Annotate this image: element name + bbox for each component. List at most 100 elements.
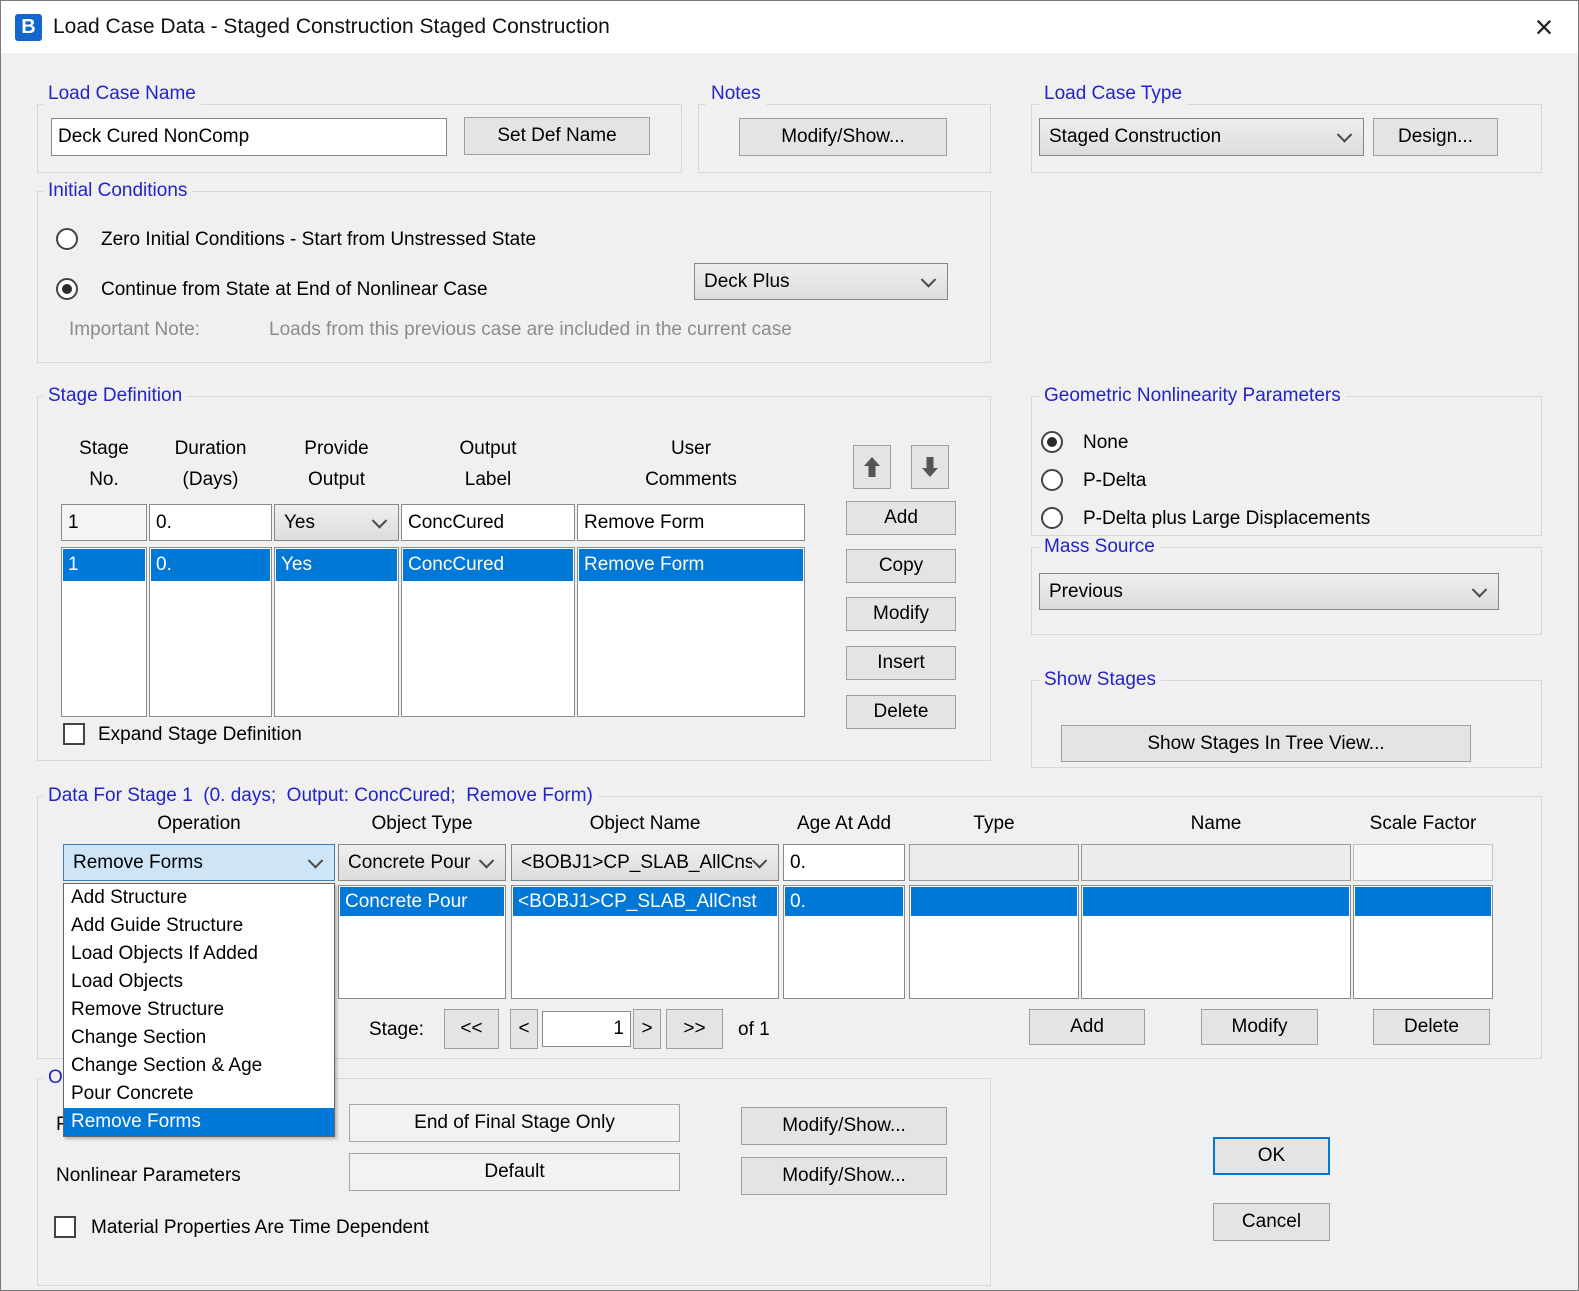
operation-option-pour-concrete[interactable]: Pour Concrete <box>64 1080 334 1108</box>
col-header-stage-2: No. <box>61 469 147 491</box>
geom-pdelta-label: P-Delta <box>1083 470 1146 492</box>
data-row-age-at-add[interactable]: 0. <box>785 887 903 916</box>
data-list-col-age-at-add[interactable]: 0. <box>783 885 905 999</box>
stage-last-button[interactable]: >> <box>666 1009 723 1049</box>
operation-option-add-guide-structure[interactable]: Add Guide Structure <box>64 912 334 940</box>
geom-none-radio[interactable] <box>1041 431 1063 453</box>
stage-list-col-stage[interactable]: 1 <box>61 547 147 717</box>
arrow-up-icon <box>863 456 881 478</box>
load-case-type-select[interactable]: Staged Construction <box>1039 118 1364 156</box>
operation-option-change-section-age[interactable]: Change Section & Age <box>64 1052 334 1080</box>
object-type-select[interactable]: Concrete Pour <box>338 844 506 881</box>
col-header-user-2: Comments <box>577 469 805 491</box>
data-modify-button[interactable]: Modify <box>1201 1009 1318 1045</box>
load-case-name-group-label: Load Case Name <box>43 83 201 105</box>
data-list-col-name[interactable] <box>1081 885 1351 999</box>
operation-option-load-objects-if-added[interactable]: Load Objects If Added <box>64 940 334 968</box>
col-header-duration-2: (Days) <box>149 469 272 491</box>
set-def-name-button[interactable]: Set Def Name <box>464 117 650 155</box>
col-header-age-at-add: Age At Add <box>783 813 905 835</box>
results-saved-modify-show-button[interactable]: Modify/Show... <box>741 1107 947 1145</box>
col-header-object-name: Object Name <box>511 813 779 835</box>
material-time-dependent-checkbox[interactable] <box>54 1216 76 1238</box>
col-header-type: Type <box>909 813 1079 835</box>
age-at-add-input[interactable] <box>783 844 905 881</box>
stage-definition-group-label: Stage Definition <box>43 385 187 407</box>
stage-delete-button[interactable]: Delete <box>846 695 956 729</box>
output-label-input[interactable] <box>401 504 575 541</box>
stage-add-button[interactable]: Add <box>846 501 956 535</box>
col-header-name: Name <box>1081 813 1351 835</box>
expand-stage-definition-checkbox[interactable] <box>63 723 85 745</box>
operation-option-load-objects[interactable]: Load Objects <box>64 968 334 996</box>
geom-pdelta-radio[interactable] <box>1041 469 1063 491</box>
object-name-select[interactable]: <BOBJ1>CP_SLAB_AllCnst <box>511 844 779 881</box>
nonlinear-case-value: Deck Plus <box>704 271 947 293</box>
geom-pdelta-large-label: P-Delta plus Large Displacements <box>1083 508 1370 530</box>
operation-option-remove-forms[interactable]: Remove Forms <box>64 1108 334 1136</box>
stage-copy-button[interactable]: Copy <box>846 549 956 583</box>
stage-modify-button[interactable]: Modify <box>846 597 956 631</box>
data-list-col-object-name[interactable]: <BOBJ1>CP_SLAB_AllCnst <box>511 885 779 999</box>
data-row-type[interactable] <box>911 887 1077 916</box>
provide-output-select[interactable]: Yes <box>274 504 399 541</box>
data-list-col-object-type[interactable]: Concrete Pour <box>338 885 506 999</box>
stage-insert-button[interactable]: Insert <box>846 646 956 680</box>
move-up-button[interactable] <box>853 445 891 489</box>
operation-option-add-structure[interactable]: Add Structure <box>64 884 334 912</box>
stage-list-col-user[interactable]: Remove Form <box>577 547 805 717</box>
stage-next-button[interactable]: > <box>633 1009 661 1049</box>
stage-row-output-label[interactable]: ConcCured <box>403 549 573 581</box>
arrow-down-icon <box>921 456 939 478</box>
chevron-down-icon <box>752 853 768 869</box>
operation-option-remove-structure[interactable]: Remove Structure <box>64 996 334 1024</box>
operation-dropdown-list: Add Structure Add Guide Structure Load O… <box>63 883 335 1137</box>
cancel-button[interactable]: Cancel <box>1213 1203 1330 1241</box>
data-row-scale-factor[interactable] <box>1355 887 1491 916</box>
stage-row-stage-no[interactable]: 1 <box>63 549 145 581</box>
stage-list-col-provide[interactable]: Yes <box>274 547 399 717</box>
col-header-operation: Operation <box>63 813 335 835</box>
stage-row-duration[interactable]: 0. <box>151 549 270 581</box>
data-list-col-scale-factor[interactable] <box>1353 885 1493 999</box>
load-case-name-input[interactable] <box>51 118 447 156</box>
load-case-type-value: Staged Construction <box>1049 126 1363 148</box>
geom-pdelta-large-radio[interactable] <box>1041 507 1063 529</box>
operation-select[interactable]: Remove Forms <box>63 844 335 881</box>
stage-number-input[interactable] <box>542 1011 631 1047</box>
mass-source-select[interactable]: Previous <box>1039 573 1499 610</box>
stage-row-provide-output[interactable]: Yes <box>276 549 397 581</box>
col-header-output-2: Label <box>401 469 575 491</box>
move-down-button[interactable] <box>911 445 949 489</box>
operation-option-change-section[interactable]: Change Section <box>64 1024 334 1052</box>
data-delete-button[interactable]: Delete <box>1373 1009 1490 1045</box>
nonlinear-modify-show-button[interactable]: Modify/Show... <box>741 1157 947 1195</box>
stage-first-button[interactable]: << <box>444 1009 499 1049</box>
col-header-user: User <box>577 438 805 460</box>
object-name-value: <BOBJ1>CP_SLAB_AllCnst <box>521 852 752 874</box>
stage-row-user-comments[interactable]: Remove Form <box>579 549 803 581</box>
stage-data-group-label: Data For Stage 1 (0. days; Output: ConcC… <box>43 785 598 807</box>
window-title: Load Case Data - Staged Construction Sta… <box>53 1 610 53</box>
col-header-provide: Provide <box>274 438 399 460</box>
data-row-object-name[interactable]: <BOBJ1>CP_SLAB_AllCnst <box>513 887 777 916</box>
ok-button[interactable]: OK <box>1213 1137 1330 1175</box>
notes-modify-show-button[interactable]: Modify/Show... <box>739 118 947 156</box>
data-list-col-type[interactable] <box>909 885 1079 999</box>
design-button[interactable]: Design... <box>1373 118 1498 156</box>
stage-list-col-output[interactable]: ConcCured <box>401 547 575 717</box>
zero-initial-conditions-radio[interactable] <box>56 228 78 250</box>
data-row-name[interactable] <box>1083 887 1349 916</box>
continue-from-state-radio[interactable] <box>56 278 78 300</box>
stage-pager-label: Stage: <box>369 1019 424 1041</box>
stage-prev-button[interactable]: < <box>510 1009 538 1049</box>
data-row-object-type[interactable]: Concrete Pour <box>340 887 504 916</box>
expand-stage-definition-label: Expand Stage Definition <box>98 724 302 746</box>
duration-input[interactable] <box>149 504 272 541</box>
nonlinear-case-select[interactable]: Deck Plus <box>694 263 948 300</box>
data-add-button[interactable]: Add <box>1029 1009 1145 1045</box>
show-stages-tree-view-button[interactable]: Show Stages In Tree View... <box>1061 725 1471 762</box>
close-icon[interactable]: × <box>1519 5 1569 49</box>
stage-list-col-duration[interactable]: 0. <box>149 547 272 717</box>
user-comments-input[interactable] <box>577 504 805 541</box>
